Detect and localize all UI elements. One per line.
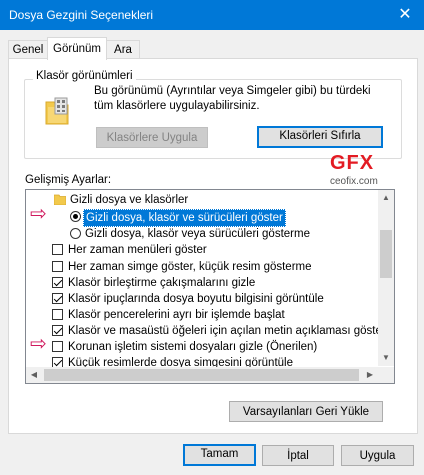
radio-hide-hidden[interactable] — [70, 228, 81, 239]
advanced-settings-list[interactable]: Gizli dosya ve klasörler Gizli dosya, kl… — [25, 189, 395, 384]
tab-ara[interactable]: Ara — [106, 40, 140, 59]
horizontal-scroll-thumb[interactable] — [44, 369, 359, 381]
watermark-site: ceofix.com — [330, 176, 378, 187]
vertical-scrollbar[interactable]: ▲ ▼ — [378, 190, 394, 366]
list-item-label: Her zaman simge göster, küçük resim göst… — [68, 261, 312, 273]
horizontal-scrollbar[interactable]: ◀ ▶ — [26, 367, 378, 383]
tab-genel[interactable]: Genel — [8, 40, 48, 59]
list-item-label: Gizli dosya, klasör ve sürücüleri göster — [83, 209, 286, 227]
scroll-down-icon[interactable]: ▼ — [378, 350, 394, 366]
scroll-right-icon[interactable]: ▶ — [362, 367, 378, 383]
scroll-left-icon[interactable]: ◀ — [26, 367, 42, 383]
list-item-label: Klasör birleştirme çakışmalarını gizle — [68, 277, 256, 289]
scroll-up-icon[interactable]: ▲ — [378, 190, 394, 206]
cancel-button[interactable]: İptal — [262, 445, 334, 466]
checkbox[interactable] — [52, 261, 63, 272]
folder-icon — [53, 194, 67, 206]
scrollbar-corner — [378, 367, 394, 383]
vertical-scroll-thumb[interactable] — [380, 230, 392, 278]
list-item-label: Gizli dosya ve klasörler — [70, 194, 189, 206]
list-item-label: Klasör ipuçlarında dosya boyutu bilgisin… — [68, 293, 324, 305]
list-item-label: Korunan işletim sistemi dosyaları gizle … — [68, 341, 318, 353]
folder-views-description: Bu görünümü (Ayrıntılar veya Simgeler gi… — [94, 85, 371, 112]
checkbox[interactable] — [52, 244, 63, 255]
list-item-label: Klasör ve masaüstü öğeleri için açılan m… — [68, 325, 386, 337]
list-item-label: Gizli dosya, klasör veya sürücüleri göst… — [85, 228, 310, 240]
advanced-settings-label: Gelişmiş Ayarlar: — [25, 174, 112, 186]
reset-folders-button[interactable]: Klasörleri Sıfırla — [257, 126, 383, 148]
checkbox[interactable] — [52, 277, 63, 288]
list-item-label: Her zaman menüleri göster — [68, 244, 207, 256]
checkbox[interactable] — [52, 293, 63, 304]
annotation-arrow-icon: ⇨ — [30, 333, 47, 355]
checkbox[interactable] — [52, 325, 63, 336]
tab-gorunum[interactable]: Görünüm — [47, 37, 107, 60]
list-item-label: Klasör pencerelerini ayrı bir işlemde ba… — [68, 309, 285, 321]
radio-show-hidden[interactable] — [70, 211, 81, 222]
restore-defaults-button[interactable]: Varsayılanları Geri Yükle — [229, 401, 383, 422]
window-title: Dosya Gezgini Seçenekleri — [9, 8, 154, 22]
watermark-logo: GFX — [330, 152, 375, 174]
ok-button[interactable]: Tamam — [183, 444, 256, 466]
folder-icon — [44, 96, 72, 126]
folder-views-label: Klasör görünümleri — [33, 70, 136, 82]
close-icon[interactable]: ✕ — [386, 0, 424, 30]
checkbox[interactable] — [52, 309, 63, 320]
checkbox[interactable] — [52, 341, 63, 352]
apply-button[interactable]: Uygula — [341, 445, 414, 466]
annotation-arrow-icon: ⇨ — [30, 203, 47, 225]
apply-to-folders-button[interactable]: Klasörlere Uygula — [96, 127, 208, 148]
